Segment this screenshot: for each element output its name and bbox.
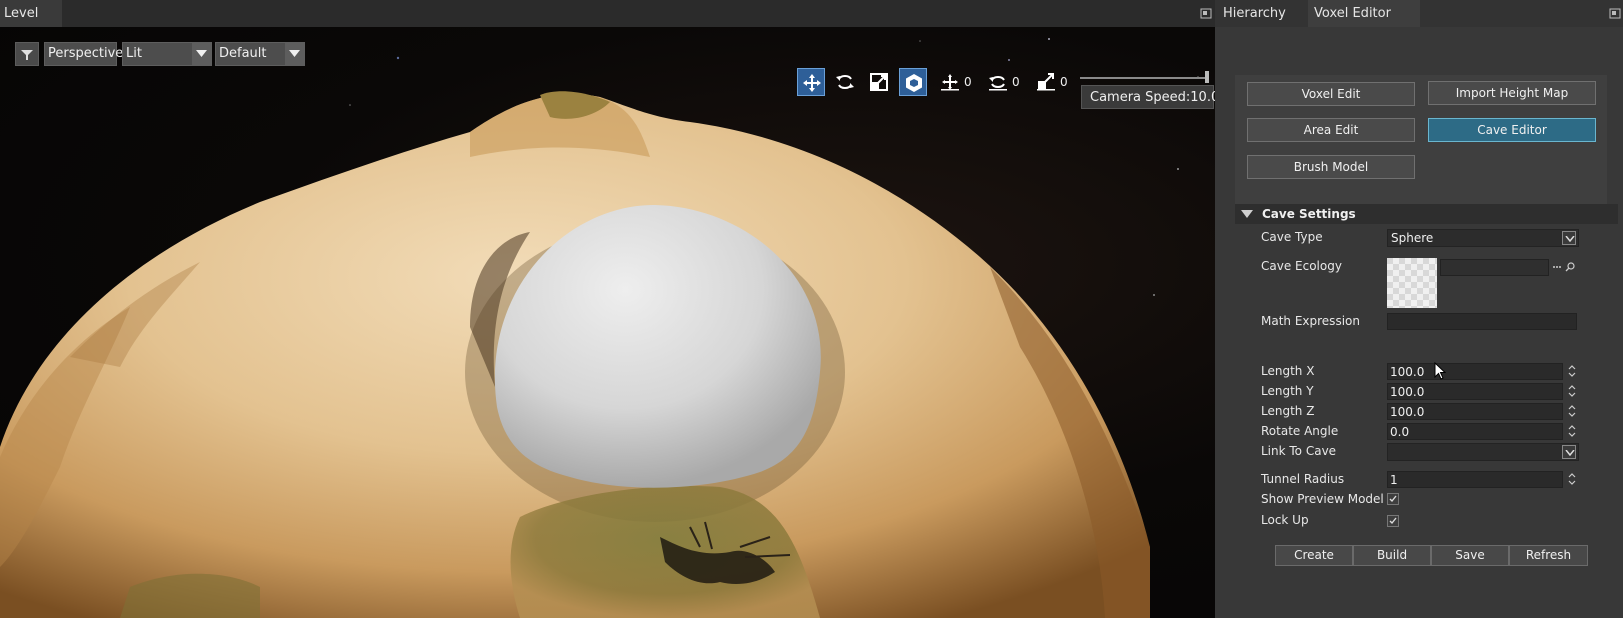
view-mode-combo[interactable]: Perspective [44, 42, 123, 66]
cave-type-select[interactable]: Sphere [1387, 229, 1579, 247]
create-button[interactable]: Create [1275, 545, 1353, 566]
brush-model-button[interactable]: Brush Model [1247, 155, 1415, 179]
viewport-menu-button[interactable] [15, 42, 39, 66]
scale-snap[interactable]: 0 [1036, 72, 1072, 92]
local-space-toggle[interactable] [899, 68, 927, 96]
asteroid-terrain [0, 91, 1150, 618]
link-to-cave-select[interactable] [1387, 443, 1579, 461]
chevron-down-icon[interactable] [285, 43, 304, 65]
length-y-spinner[interactable] [1568, 384, 1576, 398]
save-button[interactable]: Save [1431, 545, 1509, 566]
chevron-down-icon[interactable] [192, 43, 211, 65]
import-height-map-button[interactable]: Import Height Map [1428, 81, 1596, 105]
scene-viewport[interactable]: Perspective Lit Default 0 0 0 Camera Spe… [0, 27, 1215, 618]
camera-speed-label: Camera Speed:10.0 [1081, 85, 1215, 109]
rotate-snap[interactable]: 0 [988, 72, 1024, 92]
chevron-down-icon[interactable] [1562, 445, 1576, 459]
length-x-label: Length X [1261, 364, 1315, 378]
link-to-cave-label: Link To Cave [1261, 444, 1337, 458]
length-z-label: Length Z [1261, 404, 1315, 418]
filter-icon [21, 50, 33, 60]
camera-speed-slider[interactable] [1080, 77, 1208, 79]
tab-hierarchy[interactable]: Hierarchy [1223, 6, 1286, 21]
rotate-angle-spinner[interactable] [1568, 424, 1576, 438]
length-x-input[interactable]: 100.0 [1387, 363, 1563, 380]
view-mode-value: Perspective [48, 46, 124, 61]
cave-type-value: Sphere [1391, 231, 1434, 245]
preset-value: Default [219, 46, 267, 61]
rotate-snap-icon [989, 76, 1007, 91]
math-expression-input[interactable] [1387, 313, 1577, 330]
lighting-combo[interactable]: Lit [122, 42, 212, 66]
move-snap[interactable]: 0 [940, 72, 976, 92]
rotate-tool-button[interactable] [831, 68, 859, 96]
build-button[interactable]: Build [1353, 545, 1431, 566]
collapse-arrow-icon [1241, 210, 1253, 218]
cube-icon [906, 74, 922, 92]
rotate-angle-label: Rotate Angle [1261, 424, 1339, 438]
show-preview-checkbox[interactable] [1387, 493, 1399, 505]
pin-icon[interactable] [1200, 8, 1212, 19]
cave-settings-header[interactable]: Cave Settings [1235, 204, 1618, 224]
cave-type-label: Cave Type [1261, 230, 1323, 244]
right-tab-bar: Hierarchy Voxel Editor [1215, 0, 1623, 27]
cave-editor-button[interactable]: Cave Editor [1428, 118, 1596, 142]
tab-level[interactable]: Level [0, 0, 62, 27]
move-snap-value: 0 [964, 75, 972, 89]
scale-icon [870, 73, 888, 91]
cave-ecology-thumbnail[interactable] [1387, 258, 1437, 308]
move-tool-button[interactable] [797, 68, 825, 96]
camera-speed-slider-handle[interactable] [1205, 71, 1209, 83]
pin-icon[interactable] [1609, 8, 1621, 19]
length-z-spinner[interactable] [1568, 404, 1576, 418]
lock-up-label: Lock Up [1261, 513, 1309, 527]
check-icon [1389, 517, 1397, 525]
voxel-editor-panel: Voxel Edit Import Height Map Area Edit C… [1215, 27, 1623, 618]
tunnel-radius-label: Tunnel Radius [1261, 472, 1345, 486]
voxel-edit-button[interactable]: Voxel Edit [1247, 82, 1415, 106]
mouse-cursor-icon [1434, 361, 1447, 383]
cave-settings-title: Cave Settings [1262, 207, 1356, 221]
rotate-angle-input[interactable]: 0.0 [1387, 423, 1563, 440]
area-edit-button[interactable]: Area Edit [1247, 118, 1415, 142]
math-expression-label: Math Expression [1261, 314, 1360, 328]
length-z-input[interactable]: 100.0 [1387, 403, 1563, 420]
lock-up-checkbox[interactable] [1387, 515, 1399, 527]
move-snap-icon [941, 74, 959, 91]
check-icon [1389, 495, 1397, 503]
rotate-icon [836, 75, 854, 89]
refresh-button[interactable]: Refresh [1509, 545, 1588, 566]
chevron-down-icon[interactable] [1562, 231, 1576, 245]
preset-combo[interactable]: Default [215, 42, 305, 66]
tunnel-radius-input[interactable]: 1 [1387, 471, 1563, 488]
show-preview-label: Show Preview Model [1261, 492, 1384, 506]
length-y-input[interactable]: 100.0 [1387, 383, 1563, 400]
scale-tool-button[interactable] [865, 68, 893, 96]
move-icon [803, 74, 821, 92]
search-icon[interactable] [1565, 261, 1575, 273]
length-x-spinner[interactable] [1568, 364, 1576, 378]
rotate-snap-value: 0 [1012, 75, 1020, 89]
cave-ecology-asset-field[interactable] [1440, 259, 1549, 276]
browse-icon[interactable] [1552, 261, 1562, 273]
tab-voxel-editor[interactable]: Voxel Editor [1308, 0, 1420, 27]
length-y-label: Length Y [1261, 384, 1314, 398]
title-bar: Level Hierarchy Voxel Editor [0, 0, 1623, 27]
cave-ecology-label: Cave Ecology [1261, 259, 1342, 273]
scale-snap-value: 0 [1060, 75, 1068, 89]
tunnel-radius-spinner[interactable] [1568, 472, 1576, 486]
scale-snap-icon [1037, 73, 1055, 91]
lighting-value: Lit [126, 46, 142, 61]
